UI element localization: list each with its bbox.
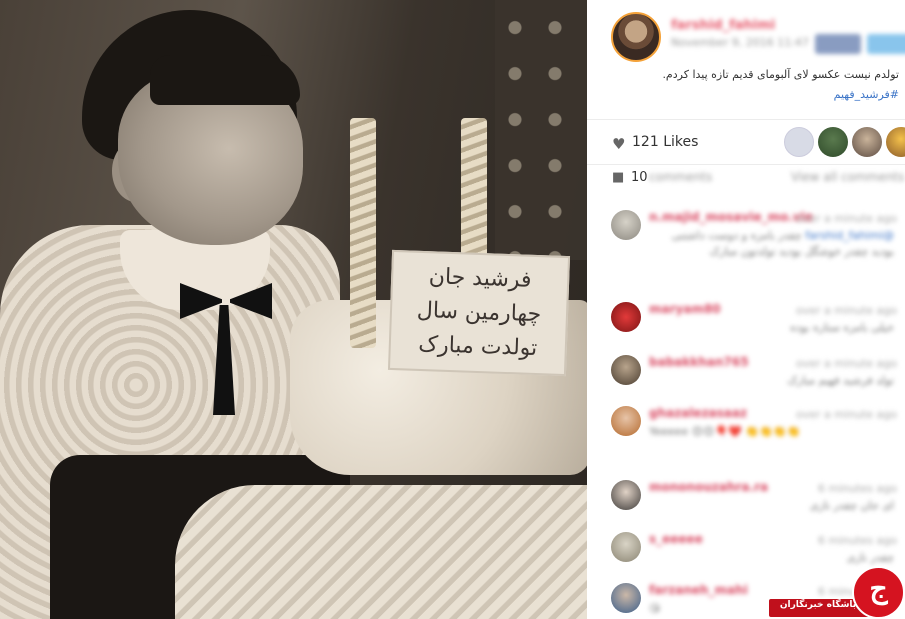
commenter-avatar[interactable]	[611, 302, 641, 332]
owner-username-text[interactable]: farshid_fahimi	[671, 18, 775, 33]
comment-text: چقدر نازی	[846, 551, 894, 564]
likes-number: 121	[632, 134, 659, 150]
facebook-share-button[interactable]	[815, 34, 861, 54]
watermark-text: باشگاه خبرنگاران	[779, 600, 857, 610]
comment-time: over a minute ago	[795, 408, 897, 421]
commenter-username[interactable]: farzaneh_mahi	[649, 583, 748, 597]
comment-text: @farshid_fahimi چقدر بامزه و دوست داشتنی…	[649, 228, 894, 260]
comment-text: Yeeeee 😍😍🎈❤️ 👏👏👏👏	[649, 425, 801, 438]
liker-avatar[interactable]	[784, 127, 814, 157]
post-photo[interactable]: فرشید جان چهارمین سال تولدت مبارک	[0, 0, 587, 619]
likes-label: Likes	[663, 134, 699, 150]
comment-text: خیلی بامزه ستاره بوده	[790, 321, 894, 334]
comments-count: 10	[631, 170, 648, 185]
view-all-comments-link[interactable]: View all comments	[791, 170, 904, 184]
cake-sign-line: تولدت مبارک	[417, 331, 538, 362]
candle	[350, 118, 376, 348]
commenter-avatar[interactable]	[611, 532, 641, 562]
commenter-username[interactable]: ghazalezasaaz	[649, 406, 747, 420]
commenter-avatar[interactable]	[611, 406, 641, 436]
twitter-share-button[interactable]	[867, 34, 905, 54]
commenter-avatar[interactable]	[611, 480, 641, 510]
child-fringe	[150, 55, 300, 105]
post-date: November 9, 2016 11:47	[671, 36, 809, 49]
liker-avatar[interactable]	[886, 127, 905, 157]
watermark-logo-letter: ج	[869, 572, 888, 605]
candle	[461, 118, 487, 263]
comment-time: over a minute ago	[795, 212, 897, 225]
post-hashtag[interactable]: #فرشید_فهیم	[599, 88, 899, 101]
speech-bubble-icon[interactable]: ■	[612, 170, 624, 185]
cake-base	[175, 485, 587, 619]
owner-avatar[interactable]	[611, 12, 661, 62]
commenter-username[interactable]: n.majid_mosavie_mo.vie	[649, 210, 813, 224]
news-agency-watermark: باشگاه خبرنگاران ج	[769, 566, 905, 619]
commenter-avatar[interactable]	[611, 355, 641, 385]
post-side-panel: farshid_fahimi November 9, 2016 11:47 تو…	[587, 0, 905, 619]
liker-avatar[interactable]	[852, 127, 882, 157]
cake-sign-line: فرشید جان	[428, 264, 532, 293]
comment-text: ای جان چقدر نازی	[809, 499, 894, 512]
screenshot-frame: فرشید جان چهارمین سال تولدت مبارک farshi…	[0, 0, 905, 619]
owner-username[interactable]: farshid_fahimi	[671, 14, 775, 33]
comment-time: 6 minutes ago	[818, 482, 897, 495]
likes-row: ♥ 121 Likes	[587, 121, 905, 165]
post-header: farshid_fahimi November 9, 2016 11:47 تو…	[587, 0, 905, 120]
post-caption: تولدم نیست عکسو لای آلبومای قدیم تازه پی…	[662, 68, 899, 81]
watermark-logo-icon: ج	[852, 566, 905, 619]
comment-item: babakkhan765 over a minute ago تولد فرشی…	[587, 355, 905, 395]
comment-time: 6 minutes ago	[818, 534, 897, 547]
heart-icon[interactable]: ♥	[612, 135, 625, 153]
commenter-username[interactable]: babakkhan765	[649, 355, 749, 369]
cake-sign: فرشید جان چهارمین سال تولدت مبارک	[387, 249, 571, 377]
likes-count: 121 Likes	[632, 134, 698, 150]
commenter-username[interactable]: maryam80	[649, 302, 721, 316]
comments-bar: ■ 10 comments View all comments	[587, 166, 905, 192]
commenter-avatar[interactable]	[611, 210, 641, 240]
commenter-avatar[interactable]	[611, 583, 641, 613]
commenter-username[interactable]: mononouzahra.ra	[649, 480, 768, 494]
wallpaper-pattern	[495, 0, 587, 260]
comments-label: comments	[649, 170, 713, 184]
comment-item: ghazalezasaaz over a minute ago Yeeeee 😍…	[587, 406, 905, 466]
commenter-username[interactable]: s_eeeee	[649, 532, 703, 546]
bow-tie	[180, 283, 272, 323]
cake-sign-line: چهارمین سال	[416, 297, 542, 328]
comment-item: maryam80 over a minute ago خیلی بامزه ست…	[587, 302, 905, 342]
liker-avatar[interactable]	[818, 127, 848, 157]
comment-text: تولد فرشید فهیم مبارک	[787, 374, 894, 387]
comment-item: n.majid_mosavie_mo.vie over a minute ago…	[587, 210, 905, 280]
comment-mention[interactable]: @farshid_fahimi	[805, 229, 894, 242]
comment-time: over a minute ago	[795, 357, 897, 370]
comment-item: mononouzahra.ra 6 minutes ago ای جان چقد…	[587, 480, 905, 520]
comment-time: over a minute ago	[795, 304, 897, 317]
